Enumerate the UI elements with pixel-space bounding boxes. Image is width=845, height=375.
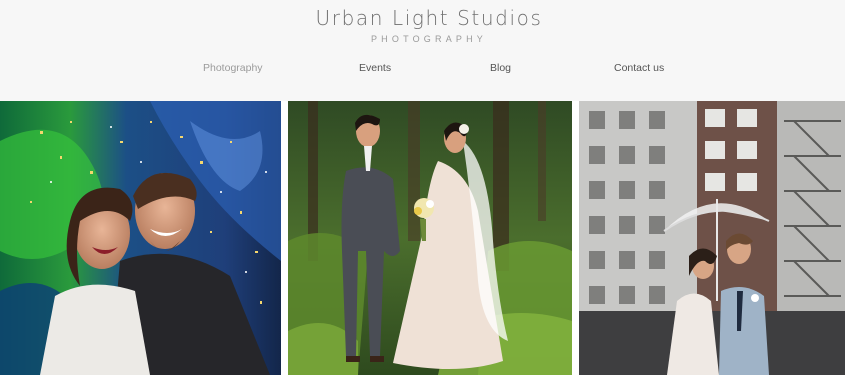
gallery-photo-forest-couple[interactable]: [288, 101, 572, 375]
confetti-couple-image: [0, 101, 281, 375]
umbrella-couple-image: [579, 101, 845, 375]
gallery-photo-confetti-couple[interactable]: [0, 101, 281, 375]
nav-item-blog[interactable]: Blog: [490, 62, 511, 74]
main-nav: Photography Events Blog Contact us: [0, 62, 845, 80]
site-subtitle: PHOTOGRAPHY: [370, 34, 488, 44]
forest-couple-image: [288, 101, 572, 375]
nav-item-events[interactable]: Events: [359, 62, 391, 74]
site-header: Urban Light Studios PHOTOGRAPHY Photogra…: [0, 0, 845, 101]
photo-gallery: [0, 101, 845, 375]
nav-item-contact-us[interactable]: Contact us: [614, 62, 664, 74]
gallery-photo-umbrella-couple[interactable]: [579, 101, 845, 375]
nav-item-photography[interactable]: Photography: [203, 62, 263, 74]
site-title[interactable]: Urban Light Studios: [0, 6, 845, 30]
